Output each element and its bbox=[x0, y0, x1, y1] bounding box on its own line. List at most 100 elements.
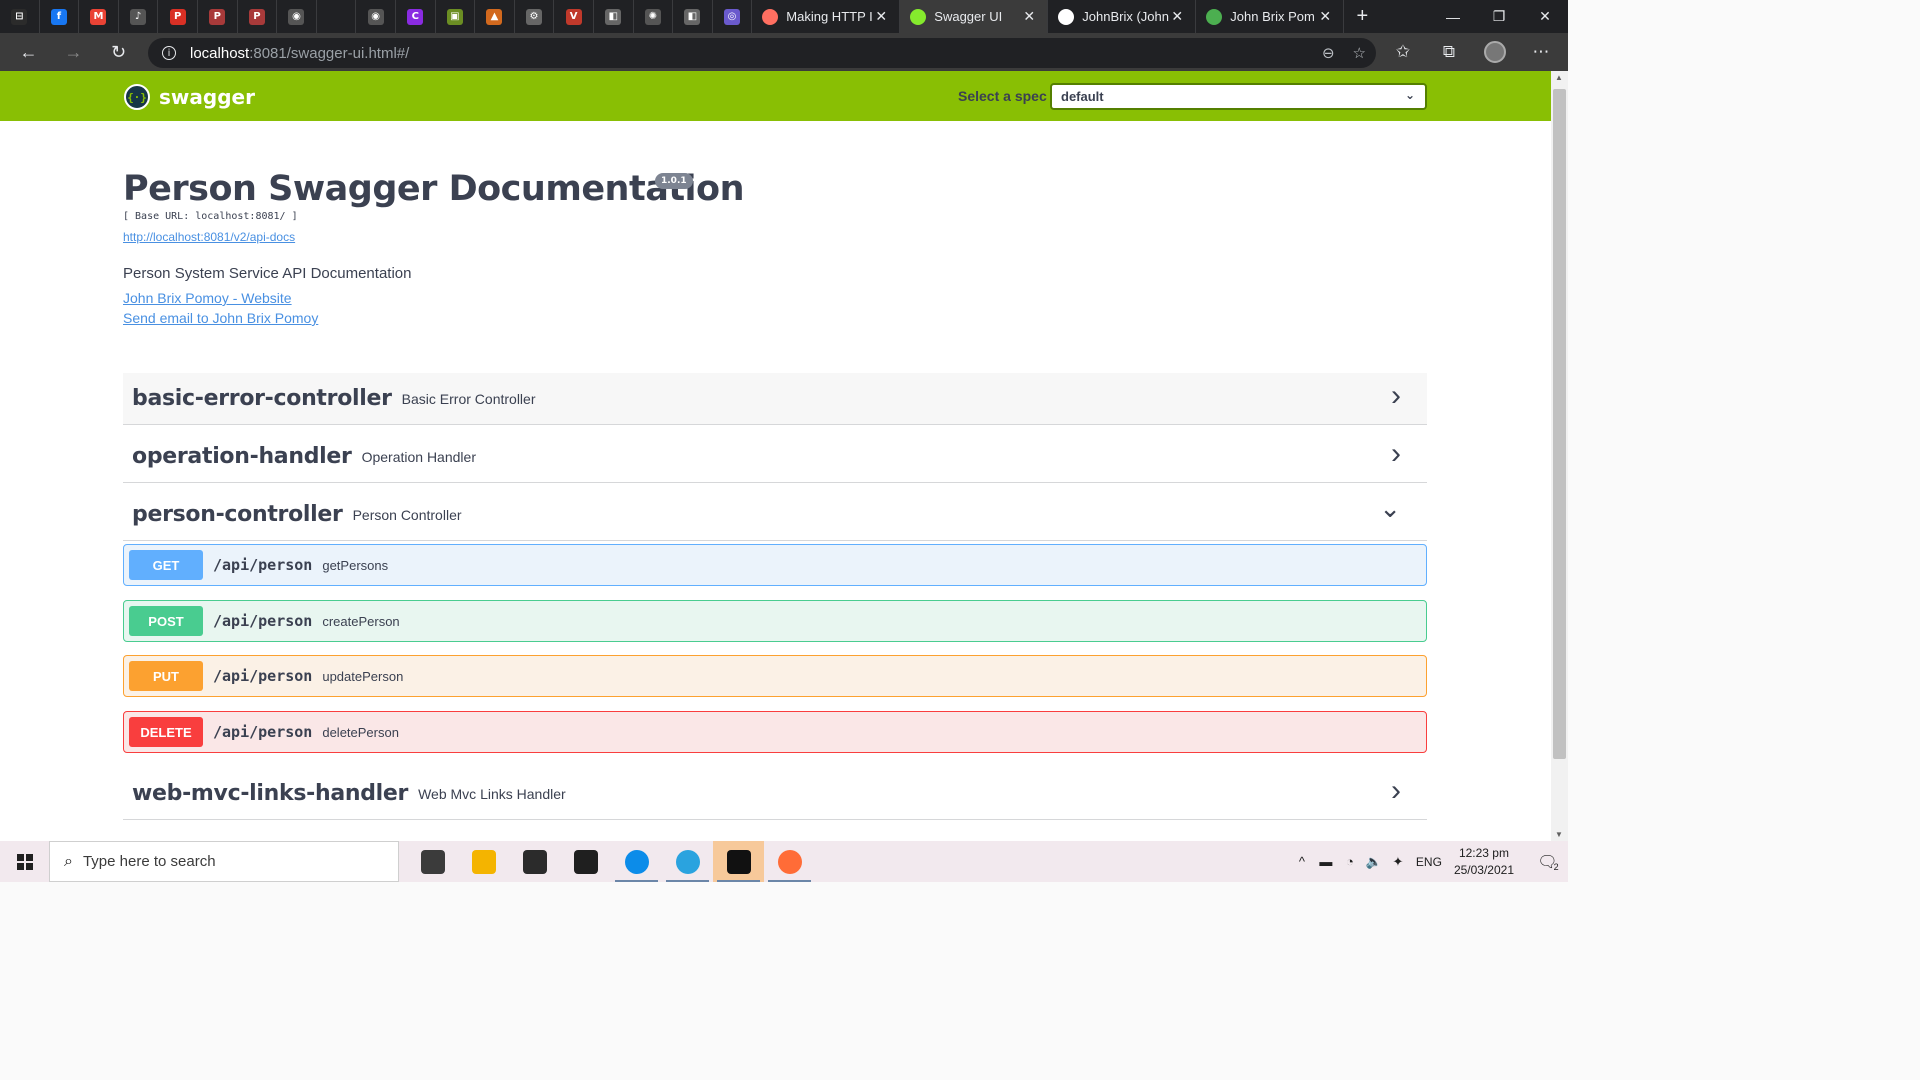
pinned-tab[interactable]: ◉ bbox=[277, 0, 317, 33]
notification-button[interactable]: 🗨 2 bbox=[1528, 841, 1568, 882]
swagger-logo[interactable]: {·} swagger bbox=[124, 84, 255, 110]
operation-summary: createPerson bbox=[322, 613, 400, 629]
collections-button[interactable]: ⧉ bbox=[1426, 33, 1472, 71]
tag-section-basic-error-controller[interactable]: basic-error-controller Basic Error Contro… bbox=[123, 373, 1427, 425]
pinned-tab[interactable]: ◧ bbox=[594, 0, 634, 33]
page-scrollbar[interactable]: ▲ ▼ bbox=[1551, 71, 1568, 841]
pinned-tab[interactable]: ♪ bbox=[119, 0, 159, 33]
close-tab-icon[interactable]: ✕ bbox=[873, 8, 889, 25]
taskbar-app[interactable] bbox=[662, 841, 713, 882]
spec-select[interactable]: default ⌄ bbox=[1050, 83, 1427, 110]
browser-toolbar: ← → ↻ i localhost:8081/swagger-ui.html#/… bbox=[0, 33, 1568, 71]
close-window-button[interactable]: ✕ bbox=[1522, 0, 1568, 33]
pinned-tab[interactable]: P bbox=[198, 0, 238, 33]
clock[interactable]: 12:23 pm 25/03/2021 bbox=[1454, 845, 1514, 879]
battery-icon[interactable]: ▬ bbox=[1314, 841, 1338, 882]
network-icon[interactable]: ◔ bbox=[1338, 841, 1362, 882]
pdf-icon: P bbox=[209, 8, 226, 25]
new-tab-button[interactable]: + bbox=[1344, 0, 1380, 33]
chevron-right-icon[interactable]: › bbox=[1391, 437, 1401, 471]
scrollbar-thumb[interactable] bbox=[1553, 89, 1566, 759]
pinned-tab[interactable]: ◉ bbox=[356, 0, 396, 33]
language-indicator[interactable]: ENG bbox=[1416, 855, 1442, 869]
profile-button[interactable] bbox=[1472, 33, 1518, 71]
tag-section-web-mvc-links-handler[interactable]: web-mvc-links-handler Web Mvc Links Handl… bbox=[123, 768, 1427, 820]
tag-section-person-controller[interactable]: person-controller Person Controller ⌄ bbox=[123, 489, 1427, 541]
operation-get[interactable]: GET/api/person getPersons bbox=[123, 544, 1427, 586]
operation-post[interactable]: POST/api/person createPerson bbox=[123, 600, 1427, 642]
operation-delete[interactable]: DELETE/api/person deletePerson bbox=[123, 711, 1427, 753]
tag-section-operation-handler[interactable]: operation-handler Operation Handler › bbox=[123, 431, 1427, 483]
api-description: Person System Service API Documentation bbox=[123, 265, 412, 282]
taskbar-app[interactable] bbox=[764, 841, 815, 882]
add-favorite-icon[interactable]: ☆ bbox=[1353, 44, 1366, 62]
taskbar-app[interactable] bbox=[611, 841, 662, 882]
pinned-tab[interactable]: ⊟ bbox=[0, 0, 40, 33]
file-explorer-icon bbox=[471, 849, 496, 874]
site-info-icon[interactable]: i bbox=[162, 46, 176, 60]
telegram-icon bbox=[675, 849, 700, 874]
tab-title: Making HTTP I bbox=[786, 9, 873, 24]
tag-name: basic-error-controller bbox=[132, 386, 392, 411]
pinned-tab[interactable] bbox=[317, 0, 357, 33]
intellij-icon bbox=[726, 849, 751, 874]
chevron-right-icon[interactable]: › bbox=[1391, 379, 1401, 413]
pinned-tab[interactable]: M bbox=[79, 0, 119, 33]
api-docs-link[interactable]: http://localhost:8081/v2/api-docs bbox=[123, 230, 295, 244]
favorites-button[interactable]: ✩ bbox=[1380, 33, 1426, 71]
minimize-button[interactable]: — bbox=[1430, 0, 1476, 33]
pinned-tab[interactable]: P bbox=[238, 0, 278, 33]
window-controls: — ❐ ✕ bbox=[1430, 0, 1568, 33]
forward-button[interactable]: → bbox=[51, 33, 96, 71]
refresh-icon: ↻ bbox=[110, 41, 127, 62]
clock-date: 25/03/2021 bbox=[1453, 862, 1514, 877]
taskbar-search[interactable]: ⌕ Type here to search bbox=[49, 841, 399, 882]
pinned-tab[interactable]: ▣ bbox=[436, 0, 476, 33]
pinned-tab[interactable]: ◎ bbox=[713, 0, 753, 33]
browser-tab[interactable]: John Brix Pom ✕ bbox=[1196, 0, 1345, 33]
start-button[interactable] bbox=[0, 841, 49, 882]
show-hidden-icons-icon[interactable]: ^ bbox=[1290, 841, 1314, 882]
maximize-button[interactable]: ❐ bbox=[1476, 0, 1522, 33]
pinned-tab[interactable]: C bbox=[396, 0, 436, 33]
address-bar[interactable]: i localhost:8081/swagger-ui.html#/ ⊖ ☆ bbox=[148, 38, 1376, 68]
browser-tab[interactable]: Making HTTP I ✕ bbox=[752, 0, 901, 33]
pinned-tab[interactable]: f bbox=[40, 0, 80, 33]
back-button[interactable]: ← bbox=[6, 33, 51, 71]
browser-tab[interactable]: Swagger UI ✕ bbox=[900, 0, 1049, 33]
pinned-tab[interactable]: V bbox=[554, 0, 594, 33]
more-icon: ⋯ bbox=[1532, 42, 1550, 61]
tag-name: person-controller bbox=[132, 502, 343, 527]
settings-menu-button[interactable]: ⋯ bbox=[1518, 33, 1564, 71]
scroll-down-icon[interactable]: ▼ bbox=[1555, 830, 1563, 839]
operation-put[interactable]: PUT/api/person updatePerson bbox=[123, 655, 1427, 697]
close-tab-icon[interactable]: ✕ bbox=[1317, 8, 1333, 25]
website-link[interactable]: John Brix Pomoy - Website bbox=[123, 290, 292, 306]
tag-description: Operation Handler bbox=[361, 448, 476, 465]
pinned-tab[interactable]: ◧ bbox=[673, 0, 713, 33]
pinned-tab[interactable]: ⚙ bbox=[515, 0, 555, 33]
chevron-right-icon[interactable]: › bbox=[1391, 774, 1401, 808]
close-tab-icon[interactable]: ✕ bbox=[1169, 8, 1185, 25]
taskbar-app[interactable] bbox=[560, 841, 611, 882]
email-link[interactable]: Send email to John Brix Pomoy bbox=[123, 310, 318, 326]
scroll-up-icon[interactable]: ▲ bbox=[1555, 73, 1563, 82]
browser-tab[interactable]: JohnBrix (John ✕ bbox=[1048, 0, 1197, 33]
refresh-button[interactable]: ↻ bbox=[96, 33, 141, 71]
zoom-icon[interactable]: ⊖ bbox=[1322, 44, 1335, 62]
taskbar-app[interactable] bbox=[713, 841, 764, 882]
taskbar-app[interactable] bbox=[458, 841, 509, 882]
pinned-tab[interactable]: ▲ bbox=[475, 0, 515, 33]
pinned-tab[interactable]: P bbox=[158, 0, 198, 33]
swagger-brand: swagger bbox=[159, 85, 255, 109]
close-tab-icon[interactable]: ✕ bbox=[1021, 8, 1037, 25]
volume-icon[interactable]: 🔈 bbox=[1362, 841, 1386, 882]
taskbar-app[interactable] bbox=[407, 841, 458, 882]
tab-title: Swagger UI bbox=[934, 9, 1003, 24]
notification-count: 2 bbox=[1553, 861, 1559, 872]
dropbox-icon[interactable]: ✦ bbox=[1386, 841, 1410, 882]
taskbar-app[interactable] bbox=[509, 841, 560, 882]
tag-description: Web Mvc Links Handler bbox=[418, 785, 566, 802]
chevron-down-icon[interactable]: ⌄ bbox=[1379, 493, 1401, 524]
pinned-tab[interactable]: ✺ bbox=[634, 0, 674, 33]
